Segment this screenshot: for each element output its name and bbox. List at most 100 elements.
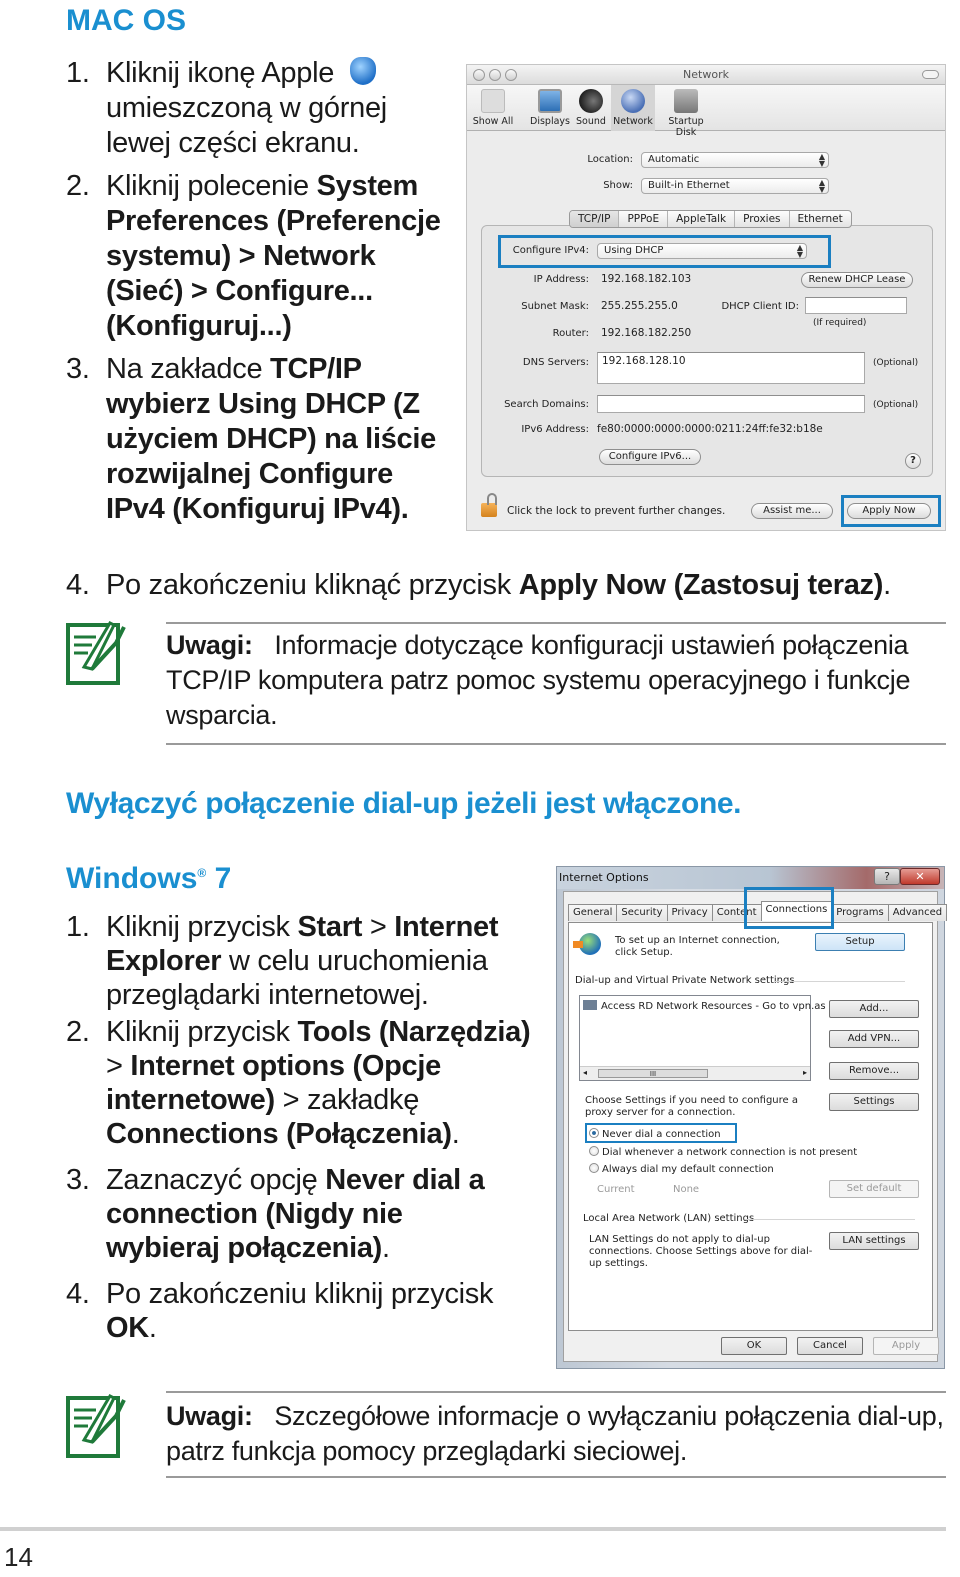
- tab-general[interactable]: General: [568, 904, 618, 921]
- never-dial-highlight: [585, 1123, 737, 1143]
- page-number: 14: [4, 1542, 33, 1572]
- add-vpn-button[interactable]: Add VPN...: [829, 1030, 919, 1048]
- tab-ethernet[interactable]: Ethernet: [790, 211, 851, 227]
- toolbar-network[interactable]: Network: [611, 85, 655, 131]
- step-bold-text: OK: [106, 1312, 149, 1344]
- mac-step-4: 4. Po zakończeniu kliknąć przycisk Apply…: [66, 568, 946, 603]
- toolbar-label: Startup Disk: [668, 116, 704, 138]
- router-value: 192.168.182.250: [601, 327, 692, 339]
- toolbar-sound[interactable]: Sound: [573, 85, 609, 131]
- ipv6-address-label: IPv6 Address:: [521, 424, 589, 435]
- tab-security[interactable]: Security: [616, 904, 668, 921]
- search-domains-field[interactable]: [597, 395, 865, 413]
- dns-servers-label: DNS Servers:: [522, 357, 589, 368]
- apply-now-highlight: [841, 495, 941, 527]
- mac-os-heading: MAC OS: [66, 4, 186, 37]
- windows-version: 7: [206, 862, 232, 895]
- windows-steps: 1. Kliknij przycisk Start > Internet Exp…: [66, 910, 546, 1345]
- tab-programs[interactable]: Programs: [831, 904, 889, 921]
- note-text: Informacje dotyczące konfiguracji ustawi…: [166, 630, 911, 730]
- step-text: Na zakładce: [106, 353, 271, 385]
- setup-button[interactable]: Setup: [815, 933, 905, 951]
- lan-settings-button[interactable]: LAN settings: [829, 1232, 919, 1250]
- step-text: >: [362, 911, 395, 943]
- group-divider: [745, 1219, 915, 1220]
- mac-step-2: 2. Kliknij polecenie System Preferences …: [66, 169, 456, 344]
- scroll-thumb[interactable]: III: [598, 1069, 708, 1078]
- location-select[interactable]: Automatic ▲ ▼: [641, 152, 829, 168]
- dhcp-client-id-label: DHCP Client ID:: [721, 301, 799, 312]
- dhcp-client-id-field[interactable]: [805, 297, 907, 314]
- radio-unselected: [589, 1163, 599, 1173]
- win-step-1: 1. Kliknij przycisk Start > Internet Exp…: [66, 910, 546, 1012]
- note-text: Szczegółowe informacje o wyłączaniu połą…: [166, 1401, 944, 1466]
- radio-always-dial[interactable]: Always dial my default connection: [589, 1163, 774, 1176]
- step-text: .: [382, 1232, 390, 1264]
- note-divider-top: [166, 1391, 946, 1393]
- note-pencil-icon: [66, 621, 126, 685]
- configure-ipv4-highlight: [498, 235, 831, 268]
- note-divider-top: [166, 622, 946, 624]
- step-bold-text: Start: [297, 911, 363, 943]
- apply-button[interactable]: Apply: [873, 1337, 939, 1355]
- cancel-button[interactable]: Cancel: [797, 1337, 863, 1355]
- add-button[interactable]: Add...: [829, 1000, 919, 1018]
- toolbar-startup-disk[interactable]: Startup Disk: [657, 85, 715, 138]
- tab-privacy[interactable]: Privacy: [666, 904, 713, 921]
- ok-button[interactable]: OK: [721, 1337, 787, 1355]
- help-button[interactable]: ?: [874, 868, 900, 885]
- step-text: .: [148, 1312, 157, 1344]
- mac-steps: 1. Kliknij ikonę Apple umieszczoną w gór…: [66, 56, 456, 527]
- dns-servers-field[interactable]: 192.168.128.10: [597, 352, 865, 384]
- unlocked-padlock-icon: [481, 503, 497, 517]
- subnet-mask-value: 255.255.255.0: [601, 300, 678, 312]
- toolbar-show-all[interactable]: Show All: [471, 85, 515, 131]
- tab-appletalk[interactable]: AppleTalk: [668, 211, 736, 227]
- radio-dial-whenever[interactable]: Dial whenever a network connection is no…: [589, 1146, 857, 1159]
- scroll-right-arrow[interactable]: ▸: [803, 1068, 807, 1077]
- setup-text: To set up an Internet connection, click …: [615, 935, 780, 958]
- step-text: >: [106, 1050, 131, 1082]
- set-default-button[interactable]: Set default: [829, 1180, 919, 1198]
- show-select[interactable]: Built-in Ethernet ▲ ▼: [641, 178, 829, 194]
- mac-note: Uwagi: Informacje dotyczące konfiguracji…: [166, 628, 951, 733]
- configure-ipv6-button[interactable]: Configure IPv6...: [599, 449, 701, 465]
- toolbar-label: Network: [613, 116, 653, 127]
- remove-button[interactable]: Remove...: [829, 1062, 919, 1080]
- list-item-label: Access RD Network Resources - Go to vpn.…: [601, 1001, 826, 1012]
- lan-text: LAN Settings do not apply to dial-up con…: [589, 1234, 813, 1269]
- toolbar-label: Show All: [472, 116, 514, 127]
- tab-tcpip[interactable]: TCP/IP: [570, 211, 620, 227]
- connections-list[interactable]: Access RD Network Resources - Go to vpn.…: [579, 995, 826, 1081]
- dns-optional-hint: (Optional): [873, 358, 919, 368]
- renew-dhcp-lease-button[interactable]: Renew DHCP Lease: [801, 272, 913, 288]
- apple-icon: [349, 57, 376, 85]
- help-button[interactable]: ?: [905, 453, 921, 469]
- ip-address-value: 192.168.182.103: [601, 273, 692, 285]
- arrow-icon: [573, 941, 583, 948]
- list-item-vpn[interactable]: Access RD Network Resources - Go to vpn.…: [583, 1000, 826, 1013]
- tab-advanced[interactable]: Advanced: [887, 904, 948, 921]
- lan-group-label: Local Area Network (LAN) settings: [583, 1213, 755, 1224]
- toolbar-displays[interactable]: Displays: [529, 85, 571, 131]
- close-button[interactable]: ✕: [900, 868, 940, 885]
- mac-toolbar: Show All Displays Sound Network Startup …: [467, 85, 945, 138]
- location-label: Location:: [587, 154, 633, 165]
- step-number: 1.: [66, 911, 90, 943]
- step-bold-text: TCP/IP: [270, 353, 362, 385]
- tab-pppoe[interactable]: PPPoE: [619, 211, 669, 227]
- footer-rule: [0, 1527, 946, 1531]
- mac-step-1: 1. Kliknij ikonę Apple umieszczoną w gór…: [66, 56, 456, 161]
- internet-options-window: Internet Options ? ✕ General Security Pr…: [556, 866, 948, 1369]
- assist-me-button[interactable]: Assist me...: [751, 503, 833, 519]
- toolbar-toggle-button[interactable]: [922, 70, 939, 79]
- windows-heading: Windows® 7: [66, 862, 231, 896]
- horizontal-scrollbar[interactable]: ◂ III ▸: [580, 1066, 810, 1080]
- tab-proxies[interactable]: Proxies: [735, 211, 790, 227]
- select-value: Built-in Ethernet: [648, 180, 730, 191]
- radio-label: Dial whenever a network connection is no…: [602, 1147, 858, 1158]
- dialup-vpn-group-label: Dial-up and Virtual Private Network sett…: [575, 975, 795, 986]
- scroll-left-arrow[interactable]: ◂: [583, 1068, 587, 1077]
- radio-unselected: [589, 1146, 599, 1156]
- settings-button[interactable]: Settings: [829, 1093, 919, 1111]
